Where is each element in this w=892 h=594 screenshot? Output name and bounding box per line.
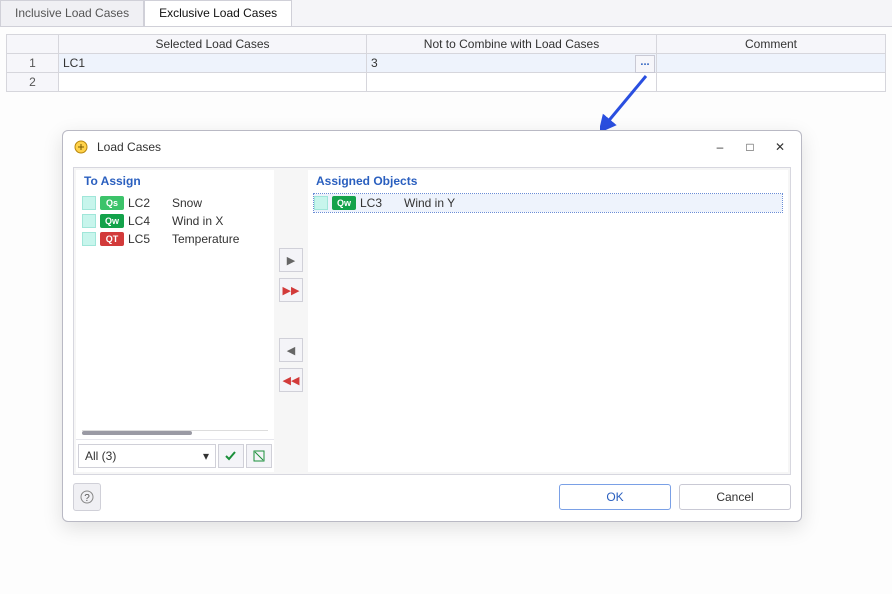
chevron-down-icon: ▾ [203,449,209,463]
grid-corner [7,35,59,54]
maximize-button[interactable]: □ [735,135,765,159]
close-button[interactable]: ✕ [765,135,795,159]
row-number[interactable]: 1 [7,54,59,73]
list-item[interactable]: Qw LC3 Wind in Y [314,194,782,212]
deselect-all-icon [252,449,266,463]
to-assign-header: To Assign [76,170,274,192]
to-assign-footer: All (3) ▾ [76,439,274,472]
load-case-desc: Wind in Y [404,196,455,210]
deselect-all-button[interactable] [246,444,272,468]
tab-exclusive-load-cases[interactable]: Exclusive Load Cases [144,0,292,26]
list-item[interactable]: Qs LC2 Snow [82,194,268,212]
chevron-right-icon: ▶ [287,254,295,267]
to-assign-list[interactable]: Qs LC2 Snow Qw LC4 Wind in X QT LC5 Temp… [76,192,274,250]
close-icon: ✕ [775,140,785,154]
dialog-body: To Assign Qs LC2 Snow Qw LC4 Wind in X Q… [73,167,791,475]
svg-text:?: ? [84,493,90,504]
maximize-icon: □ [746,140,753,154]
help-icon: ? [80,490,94,504]
grid-row[interactable]: 2 [7,73,886,92]
select-all-icon [224,449,238,463]
select-all-button[interactable] [218,444,244,468]
cell-not-combine[interactable] [367,73,657,92]
dialog-footer: ? OK Cancel [73,481,791,513]
grid-row[interactable]: 1 LC1 3 ... [7,54,886,73]
dialog-titlebar[interactable]: Load Cases – □ ✕ [63,131,801,163]
dialog-title: Load Cases [97,140,705,154]
list-item[interactable]: QT LC5 Temperature [82,230,268,248]
tab-inclusive-load-cases[interactable]: Inclusive Load Cases [0,0,144,26]
cancel-button[interactable]: Cancel [679,484,791,510]
move-right-button[interactable]: ▶ [279,248,303,272]
checkbox-icon[interactable] [82,214,96,228]
app-icon [73,139,89,155]
cell-not-combine-value: 3 [371,56,378,70]
transfer-gutter: ▶ ▶▶ ◀ ◀◀ [276,168,306,474]
checkbox-icon[interactable] [82,232,96,246]
col-header-not-combine[interactable]: Not to Combine with Load Cases [367,35,657,54]
horizontal-scrollbar[interactable] [82,430,268,436]
action-category-tag: Qs [100,196,124,210]
ok-button[interactable]: OK [559,484,671,510]
load-cases-dialog: Load Cases – □ ✕ To Assign Qs LC2 Snow Q… [62,130,802,522]
assigned-header: Assigned Objects [308,170,788,192]
cell-selected[interactable] [59,73,367,92]
action-category-tag: Qw [100,214,124,228]
cell-comment[interactable] [657,73,886,92]
move-all-left-button[interactable]: ◀◀ [279,368,303,392]
cell-selected[interactable]: LC1 [59,54,367,73]
load-cases-grid: Selected Load Cases Not to Combine with … [6,34,886,92]
cell-not-combine[interactable]: 3 ... [367,54,657,73]
to-assign-panel: To Assign Qs LC2 Snow Qw LC4 Wind in X Q… [76,170,274,472]
col-header-selected[interactable]: Selected Load Cases [59,35,367,54]
col-header-comment[interactable]: Comment [657,35,886,54]
help-button[interactable]: ? [73,483,101,511]
action-category-tag: Qw [332,196,356,210]
minimize-icon: – [717,140,724,154]
load-case-code: LC3 [360,196,400,210]
filter-label: All (3) [85,449,116,463]
action-category-tag: QT [100,232,124,246]
tab-strip: Inclusive Load Cases Exclusive Load Case… [0,0,892,27]
chevron-left-icon: ◀ [287,344,295,357]
load-case-code: LC4 [128,214,168,228]
checkbox-icon[interactable] [82,196,96,210]
minimize-button[interactable]: – [705,135,735,159]
assigned-panel: Assigned Objects Qw LC3 Wind in Y [308,170,788,472]
filter-combo[interactable]: All (3) ▾ [78,444,216,468]
move-left-button[interactable]: ◀ [279,338,303,362]
load-case-code: LC5 [128,232,168,246]
cell-comment[interactable] [657,54,886,73]
checkbox-icon[interactable] [314,196,328,210]
assigned-list[interactable]: Qw LC3 Wind in Y [308,192,788,214]
open-picker-button[interactable]: ... [635,55,655,73]
move-all-right-button[interactable]: ▶▶ [279,278,303,302]
load-case-code: LC2 [128,196,168,210]
load-case-desc: Wind in X [172,214,223,228]
load-case-desc: Temperature [172,232,239,246]
double-chevron-right-icon: ▶▶ [283,284,300,297]
double-chevron-left-icon: ◀◀ [283,374,300,387]
row-number[interactable]: 2 [7,73,59,92]
load-case-desc: Snow [172,196,202,210]
list-item[interactable]: Qw LC4 Wind in X [82,212,268,230]
